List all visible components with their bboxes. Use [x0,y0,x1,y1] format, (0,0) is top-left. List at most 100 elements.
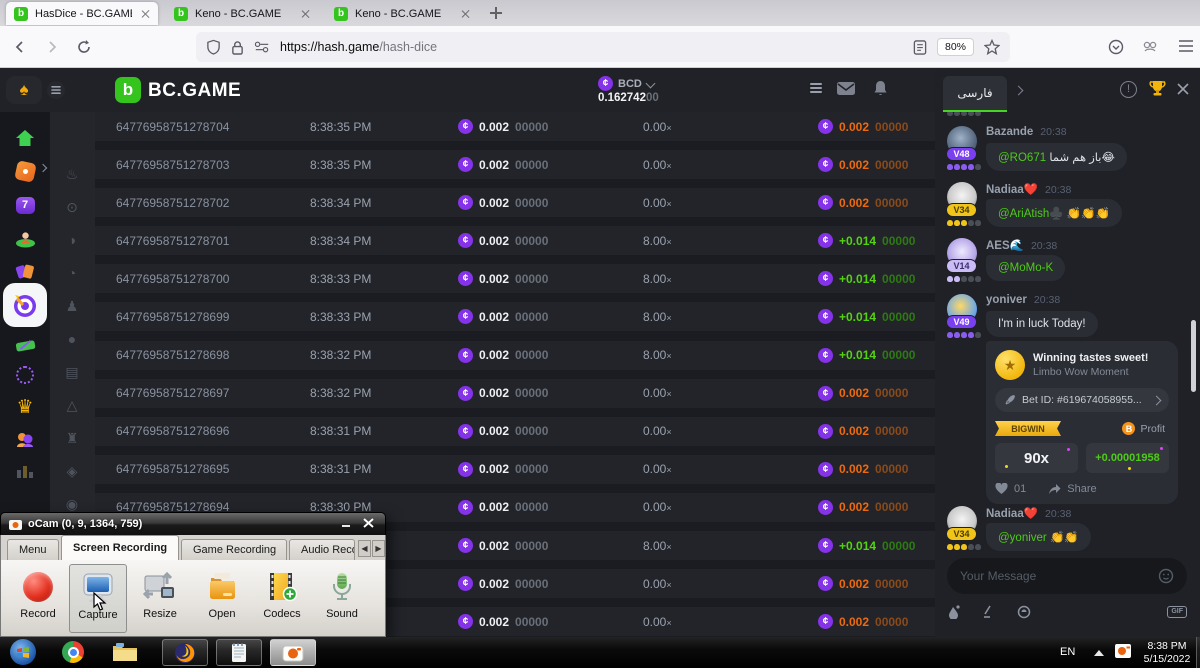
table-row[interactable]: 647769587512786998:38:33 PM¢0.002000008.… [95,302,935,331]
currency-selector[interactable]: ¢ BCD 0.16274200 [598,76,659,104]
bcgame-logo-icon[interactable]: b [115,77,141,103]
game-category-icon[interactable]: ♨ [61,163,83,185]
refer-friends-icon[interactable] [14,428,36,450]
table-row[interactable]: 647769587512787048:38:35 PM¢0.002000000.… [95,112,935,141]
permissions-icon[interactable] [254,40,270,54]
target-darts-icon[interactable] [11,291,39,319]
emoji-icon[interactable] [1158,568,1174,584]
ocam-minimize-icon[interactable] [341,518,355,530]
ocam-taskbar-icon[interactable] [270,639,316,666]
gif-button[interactable]: GIF [1167,606,1187,618]
chat-language-tab[interactable]: فارسی [943,76,1007,112]
ocam-tab[interactable]: Audio Recor [289,539,355,560]
url-bar[interactable]: https://hash.game/hash-dice 80% [196,32,1010,62]
table-row[interactable]: 647769587512787018:38:34 PM¢0.002000008.… [95,226,935,255]
pocket-icon[interactable] [1108,39,1124,55]
chat-info-icon[interactable]: ! [1120,81,1137,98]
leaderboard-icon[interactable] [14,460,36,482]
menu-icon[interactable] [1178,39,1194,55]
show-desktop-button[interactable] [1196,637,1200,668]
bookmark-star-icon[interactable] [984,39,1000,55]
taskbar-clock[interactable]: 8:38 PM5/15/2022 [1138,640,1196,665]
ocam-tab-scroll-right[interactable]: ▶ [372,540,385,557]
reader-view-icon[interactable] [913,40,927,55]
message-bubble[interactable]: @yoniver 👏👏 [986,523,1091,551]
message-bubble[interactable]: @RO671 باز هم شما😂 [986,143,1127,171]
ocam-tab[interactable]: Menu [7,539,59,560]
ocam-open-button[interactable]: Open [193,564,251,633]
username[interactable]: Nadiaa❤️ [986,182,1038,196]
message-bubble[interactable]: @AriAtish♣️ 👏👏👏 [986,199,1122,227]
table-row[interactable]: 647769587512787038:38:35 PM¢0.002000000.… [95,150,935,179]
win-share-card[interactable]: ★Winning tastes sweet!Limbo Wow MomentBe… [986,341,1178,504]
username[interactable]: AES🌊 [986,238,1024,252]
message-bubble[interactable]: I'm in luck Today! [986,311,1098,337]
game-category-icon[interactable]: ◑ [61,229,83,251]
vip-crown-icon[interactable]: ♛ [14,396,36,418]
promotions-tags-icon[interactable] [14,260,36,282]
ocam-codecs-button[interactable]: Codecs [253,564,311,633]
browser-tab[interactable]: bKeno - BC.GAME [166,2,318,25]
tray-expand-icon[interactable] [1094,650,1104,656]
game-category-icon[interactable]: ♜ [61,427,83,449]
chat-rules-icon[interactable] [982,605,995,618]
browser-tab[interactable]: bHasDice - BC.GAME [6,2,158,25]
game-category-icon[interactable]: ◔ [61,262,83,284]
table-row[interactable]: 647769587512786958:38:31 PM¢0.002000000.… [95,455,935,484]
ocam-titlebar[interactable]: oCam (0, 9, 1364, 759) [0,512,386,535]
game-category-icon[interactable]: ◈ [61,460,83,482]
ocam-tab-scroll-left[interactable]: ◀ [358,540,371,557]
rain-drop-icon[interactable] [947,604,960,619]
game-category-icon[interactable]: ♟ [61,295,83,317]
shield-icon[interactable] [206,39,221,55]
home-icon[interactable] [14,127,36,149]
bet-id-pill[interactable]: Bet ID: #619674058955... [995,388,1169,412]
coin-flip-icon[interactable] [1017,605,1031,619]
extensions-icon[interactable] [1142,39,1158,55]
tray-ocam-icon[interactable] [1114,643,1132,659]
ocam-sound-button[interactable]: Sound [313,564,371,633]
ocam-tab[interactable]: Screen Recording [61,535,179,560]
tab-close-icon[interactable] [140,9,150,19]
tab-close-icon[interactable] [460,9,470,19]
lock-icon[interactable] [231,40,244,55]
game-category-icon[interactable]: ● [61,328,83,350]
firefox-taskbar-icon[interactable] [162,639,208,666]
chat-message-input[interactable]: Your Message [947,558,1187,594]
mail-icon[interactable] [836,80,856,97]
roulette-ring-icon[interactable] [14,364,36,386]
game-category-icon[interactable]: ▤ [61,361,83,383]
chat-scrollbar[interactable] [1191,320,1196,392]
lottery-ticket-icon[interactable] [14,334,36,356]
ocam-resize-button[interactable]: Resize [131,564,189,633]
zoom-level-indicator[interactable]: 80% [937,38,974,56]
tab-close-icon[interactable] [300,9,310,19]
ocam-record-button[interactable]: Record [9,564,67,633]
explorer-taskbar-icon[interactable] [112,642,138,663]
slots-icon[interactable]: 7 [14,194,36,216]
game-category-icon[interactable]: ⊙ [61,196,83,218]
bell-icon[interactable] [872,79,889,97]
taskbar-language[interactable]: EN [1060,646,1075,658]
back-button[interactable] [12,39,28,55]
trophy-icon[interactable] [1148,79,1167,98]
notepad-taskbar-icon[interactable] [216,639,262,666]
table-row[interactable]: 647769587512786978:38:32 PM¢0.002000000.… [95,379,935,408]
ocam-tab[interactable]: Game Recording [181,539,287,560]
casino-spade-icon[interactable]: ♠ [6,76,42,104]
username[interactable]: yoniver [986,294,1027,306]
start-button[interactable] [10,639,36,665]
live-casino-icon[interactable] [14,227,36,249]
table-row[interactable]: 647769587512786988:38:32 PM¢0.002000008.… [95,341,935,370]
game-category-icon[interactable]: △ [61,394,83,416]
username[interactable]: Bazande [986,126,1033,138]
chat-language-chevron-icon[interactable] [1014,86,1024,96]
reload-button[interactable] [76,39,92,55]
ocam-close-icon[interactable] [363,518,377,530]
browser-tab[interactable]: bKeno - BC.GAME [326,2,478,25]
chat-close-icon[interactable] [1177,83,1189,95]
sidebar-expand-chevron-icon[interactable] [39,164,47,172]
chrome-taskbar-icon[interactable] [62,641,84,663]
table-row[interactable]: 647769587512787008:38:33 PM¢0.002000008.… [95,264,935,293]
username[interactable]: Nadiaa❤️ [986,506,1038,520]
